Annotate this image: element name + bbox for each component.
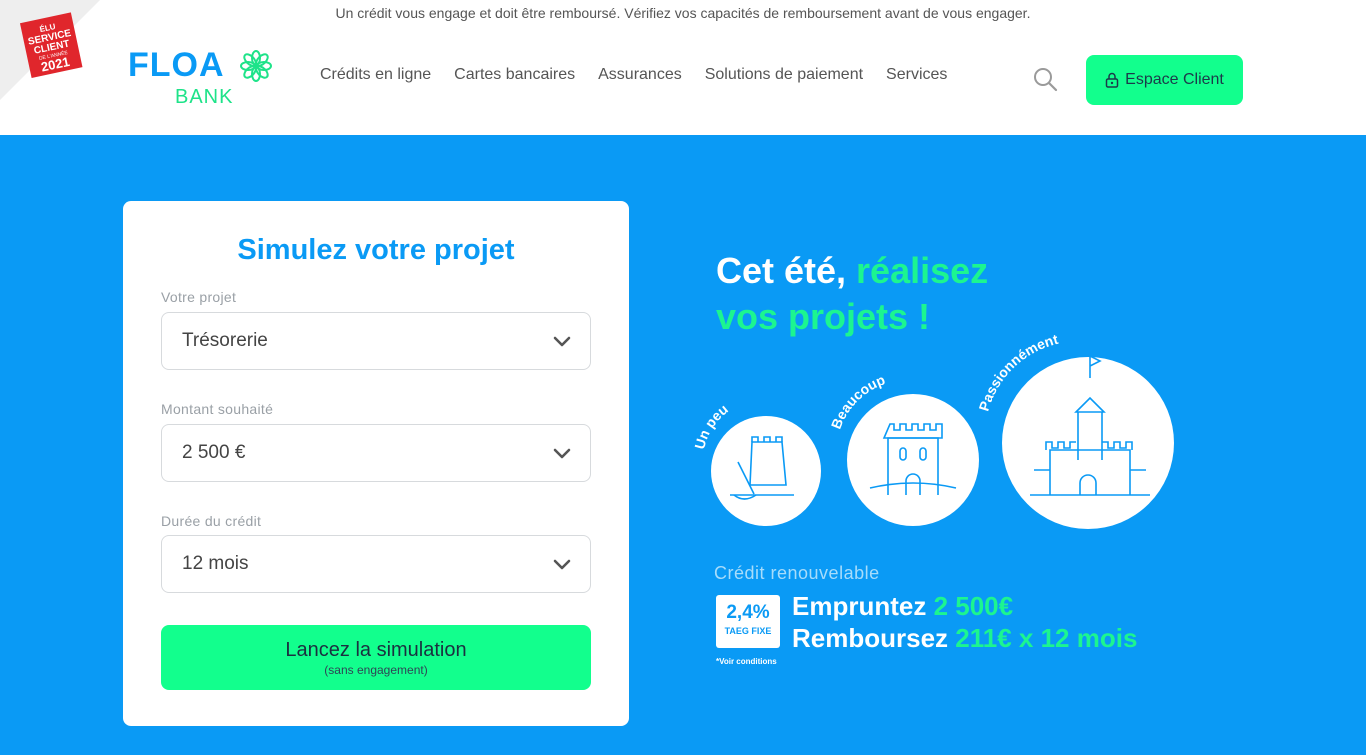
duree-value: 12 mois: [182, 553, 249, 574]
chevron-down-icon: [553, 448, 571, 459]
promo-headline: Cet été, réalisez vos projets !: [716, 248, 988, 340]
nav-credits-en-ligne[interactable]: Crédits en ligne: [320, 66, 431, 84]
promo-title-green1: réalisez: [856, 250, 989, 291]
service-client-badge: ÉLU SERVICE CLIENT DE L'ANNÉE 2021: [0, 0, 100, 100]
projet-select[interactable]: Trésorerie: [161, 312, 591, 370]
voir-conditions[interactable]: *Voir conditions: [716, 657, 777, 666]
product-type: Crédit renouvelable: [714, 563, 880, 583]
chevron-down-icon: [553, 559, 571, 570]
lancez-simulation-button[interactable]: Lancez la simulation (sans engagement): [161, 625, 591, 690]
circle-beaucoup: [847, 394, 979, 526]
espace-client-button[interactable]: Espace Client: [1086, 55, 1243, 105]
submit-sublabel: (sans engagement): [324, 663, 428, 677]
taeg-badge: 2,4% TAEG FIXE: [716, 595, 780, 648]
montant-value: 2 500 €: [182, 442, 246, 463]
empruntez-label: Empruntez: [792, 591, 934, 621]
simulation-card: Simulez votre projet Votre projet Trésor…: [123, 201, 629, 726]
montant-select[interactable]: 2 500 €: [161, 424, 591, 482]
duree-select[interactable]: 12 mois: [161, 535, 591, 593]
main-nav: Crédits en ligne Cartes bancaires Assura…: [320, 66, 970, 84]
taeg-rate: 2,4%: [726, 602, 770, 623]
simulation-title: Simulez votre projet: [237, 234, 515, 266]
chevron-down-icon: [553, 336, 571, 347]
site-header: Un crédit vous engage et doit être rembo…: [0, 0, 1366, 135]
remboursez-amount: 211€ x 12 mois: [955, 623, 1138, 653]
circle-un-peu: [711, 416, 821, 526]
promo-title-white: Cet été,: [716, 250, 857, 291]
circle-passionnement: [1002, 357, 1174, 529]
credit-disclaimer: Un crédit vous engage et doit être rembo…: [335, 5, 1031, 21]
nav-assurances[interactable]: Assurances: [598, 66, 682, 84]
taeg-label: TAEG FIXE: [724, 626, 772, 636]
nav-services[interactable]: Services: [886, 66, 947, 84]
espace-client-label: Espace Client: [1125, 71, 1224, 88]
floa-bank-logo[interactable]: FLOA BANK: [128, 46, 278, 112]
projet-value: Trésorerie: [182, 330, 268, 351]
logo-brand: FLOA: [128, 46, 225, 84]
nav-solutions-de-paiement[interactable]: Solutions de paiement: [705, 66, 863, 84]
projet-label: Votre projet: [161, 289, 237, 305]
duree-label: Durée du crédit: [161, 513, 262, 529]
sandcastle-illustration: Un peu Beaucoup Passionnément: [691, 331, 1174, 529]
remboursez-label: Remboursez: [792, 623, 956, 653]
search-icon[interactable]: [1032, 66, 1058, 92]
montant-label: Montant souhaité: [161, 401, 274, 417]
lock-icon: [1105, 72, 1119, 88]
logo-sub: BANK: [175, 86, 234, 108]
submit-label: Lancez la simulation: [285, 639, 467, 661]
offer-empruntez: Empruntez 2 500€: [792, 591, 1013, 622]
flower-logo-icon: [240, 50, 272, 82]
nav-cartes-bancaires[interactable]: Cartes bancaires: [454, 66, 575, 84]
offer-remboursez: Remboursez 211€ x 12 mois: [792, 623, 1137, 654]
empruntez-amount: 2 500€: [933, 591, 1014, 621]
